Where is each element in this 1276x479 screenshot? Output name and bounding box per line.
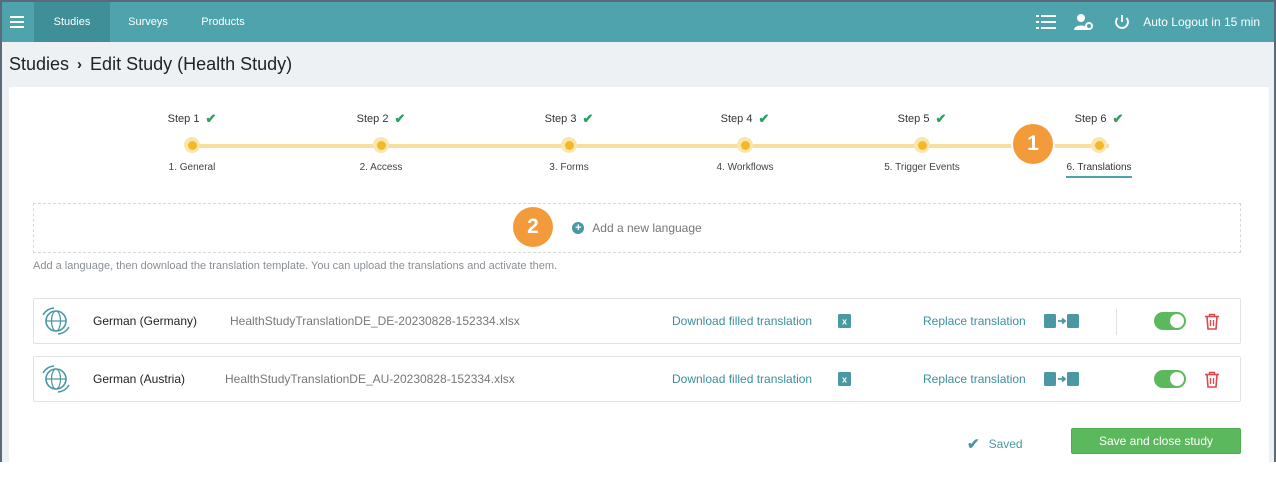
step-dot xyxy=(1091,137,1107,153)
breadcrumb: Studies › Edit Study (Health Study) xyxy=(9,54,292,75)
download-translation-link[interactable]: Download filled translation xyxy=(672,357,812,401)
callout-badge-1: 1 xyxy=(1013,124,1053,164)
language-name: German (Germany) xyxy=(93,314,198,328)
step-title: Step 4 xyxy=(720,113,753,125)
replace-translation-link[interactable]: Replace translation xyxy=(923,357,1026,401)
power-icon[interactable] xyxy=(1112,13,1132,31)
step-1[interactable]: Step 1 ✔ 1. General xyxy=(122,111,262,173)
check-icon: ✔ xyxy=(582,111,594,126)
step-label: 4. Workflows xyxy=(716,162,774,173)
step-title: Step 2 xyxy=(356,113,389,125)
check-icon: ✔ xyxy=(935,111,947,126)
top-nav-bar: Studies Surveys Products Auto Logout in … xyxy=(2,2,1274,42)
translation-filename: HealthStudyTranslationDE_AU-20230828-152… xyxy=(225,372,515,386)
step-dot xyxy=(914,137,930,153)
callout-badge-2: 2 xyxy=(513,207,553,247)
row-divider xyxy=(1116,309,1117,335)
list-icon[interactable] xyxy=(1036,13,1056,31)
auto-logout-text: Auto Logout in 15 min xyxy=(1143,15,1260,29)
step-dot xyxy=(561,137,577,153)
saved-status: ✔ Saved xyxy=(967,435,1023,453)
breadcrumb-studies[interactable]: Studies xyxy=(9,54,69,75)
study-card: Step 1 ✔ 1. General Step 2 ✔ 2. Access Ste… xyxy=(9,87,1269,462)
step-4[interactable]: Step 4 ✔ 4. Workflows xyxy=(675,111,815,173)
trash-icon[interactable] xyxy=(1204,299,1222,343)
globe-translate-icon xyxy=(40,299,72,343)
language-row: German (Austria) HealthStudyTranslationD… xyxy=(33,356,1241,402)
activate-toggle[interactable] xyxy=(1154,312,1186,330)
menu-icon[interactable] xyxy=(2,2,32,42)
plus-circle-icon: + xyxy=(572,222,585,234)
check-icon: ✔ xyxy=(967,436,980,453)
replace-translation-link[interactable]: Replace translation xyxy=(923,299,1026,343)
step-3[interactable]: Step 3 ✔ 3. Forms xyxy=(499,111,639,173)
add-language-label: Add a new language xyxy=(592,221,702,235)
step-title: Step 3 xyxy=(544,113,577,125)
step-label: 3. Forms xyxy=(549,162,589,173)
trash-icon[interactable] xyxy=(1204,357,1222,401)
step-2[interactable]: Step 2 ✔ 2. Access xyxy=(311,111,451,173)
step-dot xyxy=(184,137,200,153)
step-label: 5. Trigger Events xyxy=(884,162,960,173)
add-language-button[interactable]: + Add a new language xyxy=(33,203,1241,253)
language-name: German (Austria) xyxy=(93,372,186,386)
check-icon: ✔ xyxy=(1112,111,1124,126)
step-label: 2. Access xyxy=(359,162,403,173)
check-icon: ✔ xyxy=(758,111,770,126)
globe-translate-icon xyxy=(40,357,72,401)
step-label-active: 6. Translations xyxy=(1066,162,1132,178)
replace-file-icon[interactable] xyxy=(1044,299,1080,343)
step-label: 1. General xyxy=(168,162,216,173)
nav-tab-studies[interactable]: Studies xyxy=(34,2,110,42)
step-5[interactable]: Step 5 ✔ 5. Trigger Events xyxy=(852,111,992,173)
save-and-close-button[interactable]: Save and close study xyxy=(1071,428,1241,454)
step-title: Step 6 xyxy=(1074,113,1107,125)
nav-tab-surveys[interactable]: Surveys xyxy=(116,2,180,42)
saved-label: Saved xyxy=(988,437,1023,451)
excel-file-icon[interactable]: x xyxy=(838,299,852,343)
language-row: German (Germany) HealthStudyTranslationD… xyxy=(33,298,1241,344)
activate-toggle[interactable] xyxy=(1154,370,1186,388)
step-title: Step 1 xyxy=(167,113,200,125)
help-text: Add a language, then download the transl… xyxy=(33,260,558,272)
step-dot xyxy=(737,137,753,153)
download-translation-link[interactable]: Download filled translation xyxy=(672,299,812,343)
translation-filename: HealthStudyTranslationDE_DE-20230828-152… xyxy=(230,314,520,328)
chevron-right-icon: › xyxy=(77,56,83,73)
user-settings-icon[interactable] xyxy=(1074,13,1094,31)
svg-text:x: x xyxy=(842,375,847,385)
replace-file-icon[interactable] xyxy=(1044,357,1080,401)
step-dot xyxy=(373,137,389,153)
app-window: Studies Surveys Products Auto Logout in … xyxy=(0,0,1276,462)
svg-text:x: x xyxy=(842,317,847,327)
excel-file-icon[interactable]: x xyxy=(838,357,852,401)
nav-tab-products[interactable]: Products xyxy=(188,2,258,42)
check-icon: ✔ xyxy=(394,111,406,126)
page-title: Edit Study (Health Study) xyxy=(90,54,293,74)
check-icon: ✔ xyxy=(205,111,217,126)
step-title: Step 5 xyxy=(897,113,930,125)
